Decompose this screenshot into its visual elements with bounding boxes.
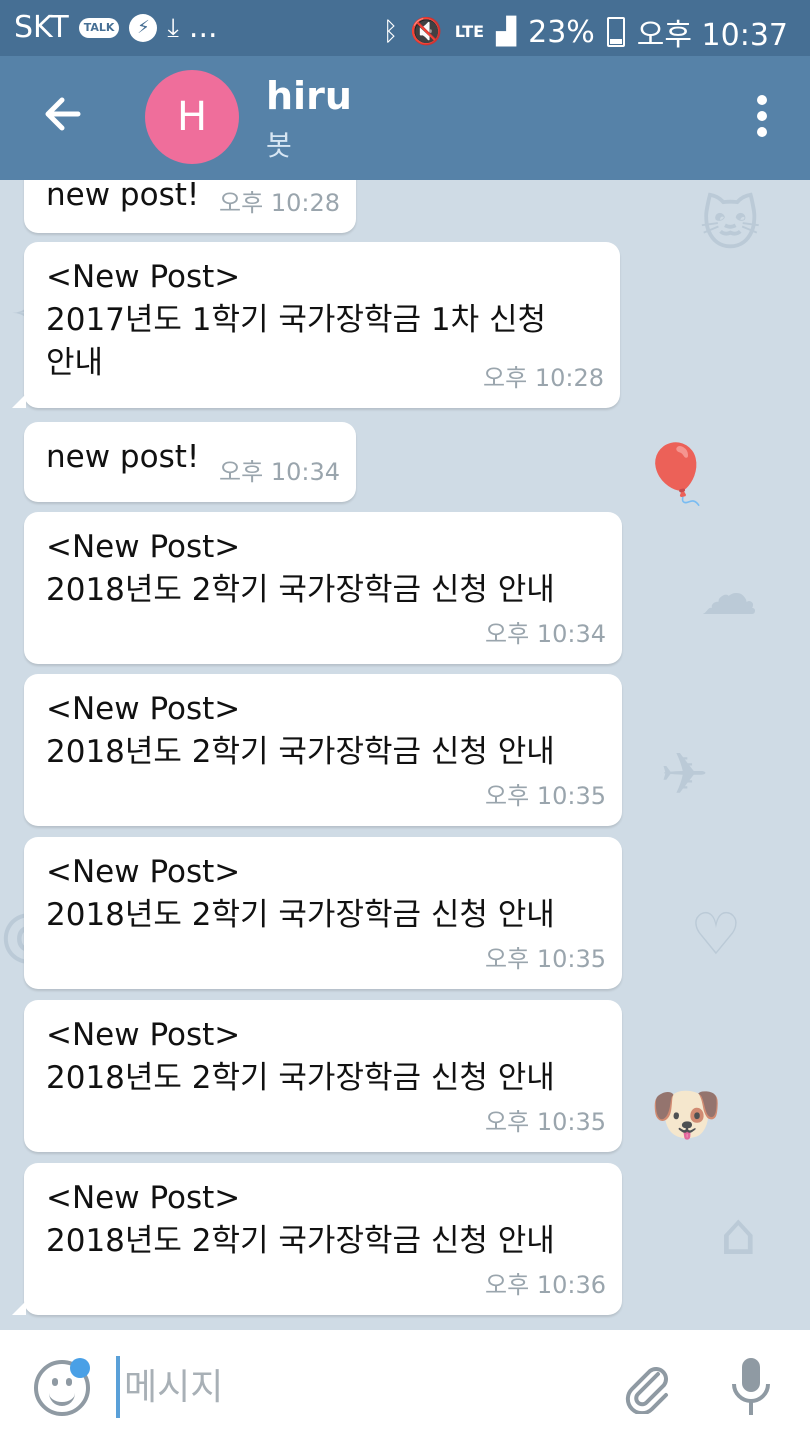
chat-title[interactable]: hiru <box>266 74 352 118</box>
message-bubble[interactable]: <New Post> 2018년도 2학기 국가장학금 신청 안내 오후 10:… <box>24 674 622 826</box>
signal-icon: ▟ <box>496 17 517 47</box>
overflow-menu-button[interactable] <box>750 92 774 152</box>
paperclip-icon <box>625 1367 668 1416</box>
kakaotalk-icon: TALK <box>78 17 120 38</box>
dog-doodle-icon: 🐶 <box>650 1080 723 1148</box>
status-bar: SKT TALK ⚡ ⤓ ... ᛒ 🔇 LTE ▟ 23% 오후 10:37 <box>0 0 810 56</box>
message-time: 오후 10:35 <box>485 782 606 810</box>
attach-button[interactable] <box>620 1360 674 1416</box>
emoji-eye-icon <box>52 1378 58 1386</box>
house-doodle-icon: ⌂ <box>720 1200 757 1268</box>
chat-subtitle: 봇 <box>266 129 292 162</box>
avatar[interactable]: H <box>145 70 239 164</box>
menu-dot-icon <box>757 95 767 105</box>
message-time: 오후 10:34 <box>485 620 606 648</box>
message-text: <New Post> 2018년도 2학기 국가장학금 신청 안내 <box>46 691 555 770</box>
message-list[interactable]: 🐱 🎈 ☁ ✈ ♡ 🐶 ⌂ ✧ @ new post! 오후 10:28 <Ne… <box>0 180 810 1330</box>
emoji-eye-icon <box>66 1378 72 1386</box>
menu-dot-icon <box>757 127 767 137</box>
message-bubble[interactable]: <New Post> 2018년도 2학기 국가장학금 신청 안내 오후 10:… <box>12 1163 622 1315</box>
network-type-label: LTE <box>454 22 485 41</box>
message-time: 오후 10:34 <box>219 458 340 486</box>
battery-percent: 23% <box>528 14 595 50</box>
download-icon: ⤓ <box>167 12 179 43</box>
menu-dot-icon <box>757 111 767 121</box>
message-input[interactable] <box>116 1356 596 1418</box>
back-button[interactable] <box>38 84 98 144</box>
more-notifications-label: ... <box>188 10 218 45</box>
mute-icon: 🔇 <box>410 17 443 47</box>
new-stickers-dot <box>70 1358 90 1378</box>
message-time: 오후 10:36 <box>485 1271 606 1299</box>
message-bubble[interactable]: new post! 오후 10:34 <box>24 422 356 502</box>
emoji-smile-icon <box>49 1390 75 1406</box>
message-bubble[interactable]: <New Post> 2017년도 1학기 국가장학금 1차 신청 안내 오후 … <box>12 242 620 408</box>
carrier-label: SKT <box>14 10 69 45</box>
message-bubble[interactable]: <New Post> 2018년도 2학기 국가장학금 신청 안내 오후 10:… <box>24 837 622 989</box>
paper-plane-doodle-icon: ✈ <box>660 740 709 808</box>
message-time: 오후 10:28 <box>219 189 340 217</box>
battery-icon <box>606 17 625 47</box>
back-arrow-icon <box>45 97 81 131</box>
clock: 오후 10:37 <box>636 18 788 53</box>
messenger-icon: ⚡ <box>129 13 158 42</box>
bluetooth-icon: ᛒ <box>382 17 399 47</box>
message-bubble[interactable]: <New Post> 2018년도 2학기 국가장학금 신청 안내 오후 10:… <box>24 1000 622 1152</box>
message-text: <New Post> 2018년도 2학기 국가장학금 신청 안내 <box>46 1180 555 1259</box>
heart-doodle-icon: ♡ <box>690 900 742 968</box>
balloon-doodle-icon: 🎈 <box>640 440 713 508</box>
message-bubble[interactable]: new post! 오후 10:28 <box>24 180 356 233</box>
message-composer <box>0 1330 810 1440</box>
cat-doodle-icon: 🐱 <box>700 190 761 258</box>
message-text: <New Post> 2018년도 2학기 국가장학금 신청 안내 <box>46 1017 555 1096</box>
message-time: 오후 10:35 <box>485 945 606 973</box>
message-time: 오후 10:35 <box>485 1108 606 1136</box>
chat-header: H hiru 봇 <box>0 56 810 180</box>
microphone-icon <box>732 1358 770 1415</box>
message-text: <New Post> 2018년도 2학기 국가장학금 신청 안내 <box>46 854 555 933</box>
message-time: 오후 10:28 <box>483 364 604 392</box>
message-text: <New Post> 2018년도 2학기 국가장학금 신청 안내 <box>46 529 555 608</box>
cloud-doodle-icon: ☁ <box>700 560 758 628</box>
voice-record-button[interactable] <box>728 1356 774 1418</box>
message-bubble[interactable]: <New Post> 2018년도 2학기 국가장학금 신청 안내 오후 10:… <box>24 512 622 664</box>
